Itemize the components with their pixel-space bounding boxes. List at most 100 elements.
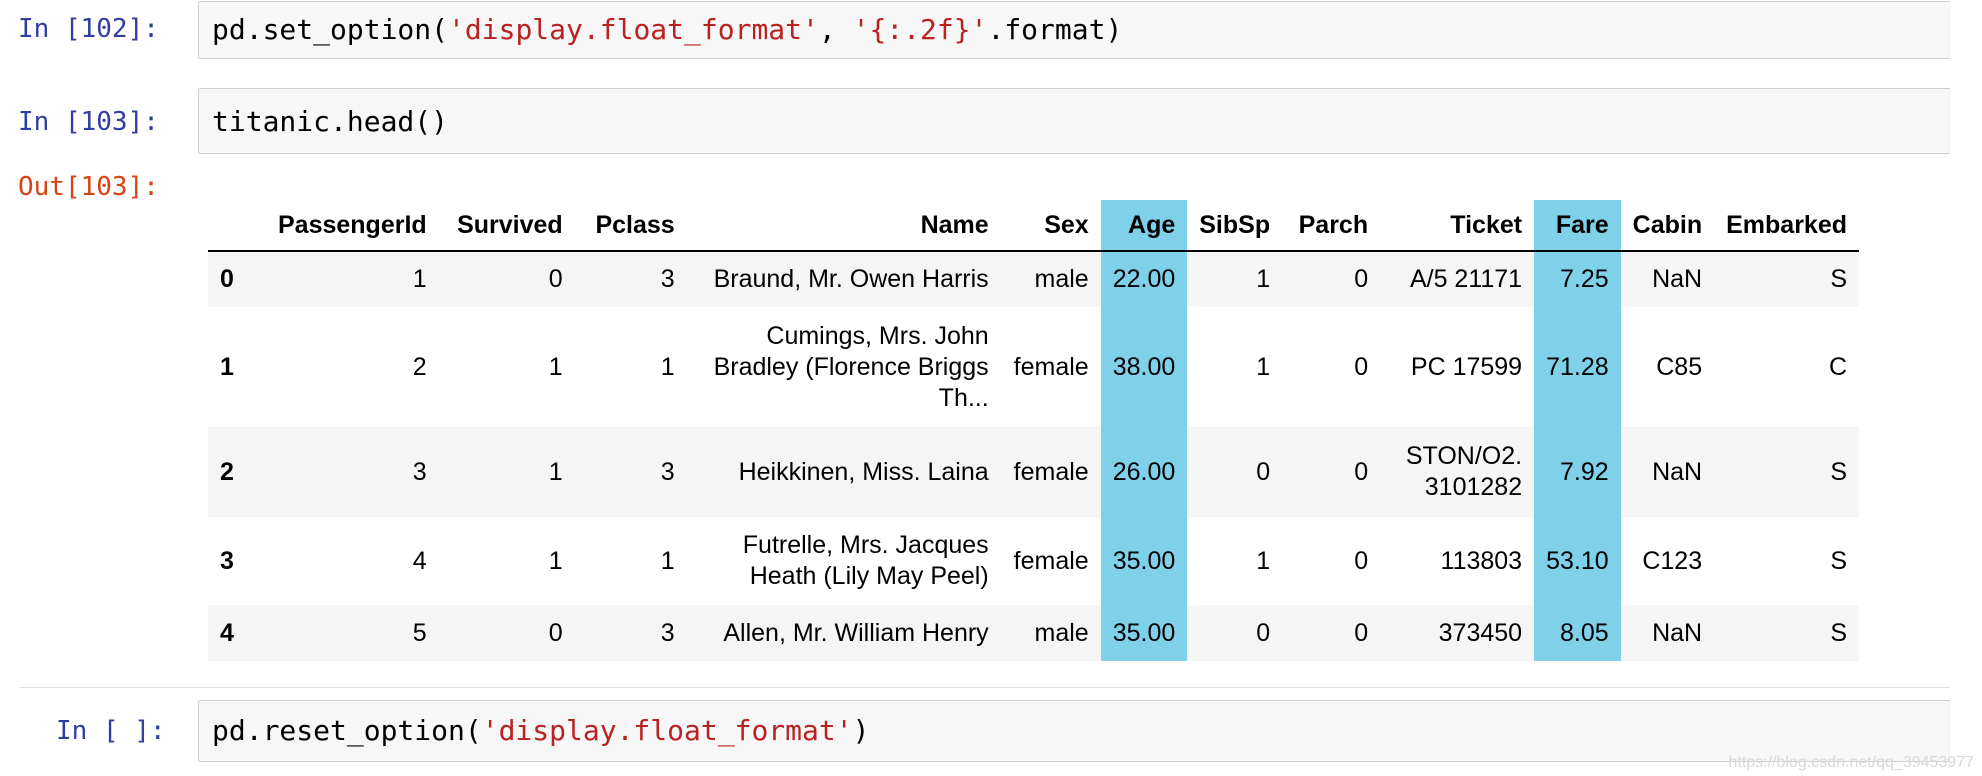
column-header-highlighted: Age bbox=[1100, 200, 1188, 252]
notebook-cell-next[interactable]: In [ ]: pd.reset_option('display.float_f… bbox=[0, 690, 1982, 770]
cell-divider bbox=[20, 687, 1950, 688]
cell-fare: 7.92 bbox=[1534, 427, 1621, 517]
cell-fare: 71.28 bbox=[1534, 307, 1621, 427]
cell-survived: 1 bbox=[548, 546, 563, 575]
column-header: Cabin bbox=[1620, 200, 1715, 252]
cell-passengerid: 5 bbox=[412, 618, 427, 647]
cell-fare: 8.05 bbox=[1534, 605, 1621, 661]
column-header: Parch bbox=[1282, 200, 1381, 252]
cell-sibsp: 1 bbox=[1256, 352, 1271, 381]
cell-fare: 7.25 bbox=[1534, 251, 1621, 307]
table-row: 1 2 1 1 Cumings, Mrs. John Bradley (Flor… bbox=[208, 307, 1859, 427]
cell-sibsp: 0 bbox=[1256, 457, 1271, 486]
cell-survived: 1 bbox=[548, 457, 563, 486]
column-header: SibSp bbox=[1187, 200, 1283, 252]
cell-sibsp: 1 bbox=[1256, 265, 1271, 293]
code-string: '{:.2f}' bbox=[852, 13, 988, 46]
cell-pclass: 3 bbox=[660, 265, 675, 293]
row-index: 1 bbox=[220, 352, 234, 381]
cell-embarked: S bbox=[1830, 618, 1847, 647]
cell-parch: 0 bbox=[1354, 265, 1369, 293]
cell-cabin: NaN bbox=[1652, 457, 1703, 486]
cell-embarked: S bbox=[1830, 265, 1847, 293]
table-row: 0 1 0 3 Braund, Mr. Owen Harris male 22.… bbox=[208, 251, 1859, 307]
cell-cabin: NaN bbox=[1652, 618, 1703, 647]
cell-sibsp: 1 bbox=[1256, 546, 1271, 575]
cell-parch: 0 bbox=[1354, 352, 1369, 381]
cell-fare: 53.10 bbox=[1534, 517, 1621, 605]
code-line: titanic.head() bbox=[212, 105, 449, 138]
row-index: 2 bbox=[220, 457, 234, 486]
cell-age: 22.00 bbox=[1100, 251, 1188, 307]
code-editor[interactable]: titanic.head() bbox=[198, 88, 1950, 154]
code-editor[interactable]: pd.set_option('display.float_format', '{… bbox=[198, 1, 1950, 59]
output-prompt: Out[103]: bbox=[18, 172, 159, 202]
cell-embarked: C bbox=[1828, 352, 1847, 381]
code-token: pd.set_option( bbox=[212, 13, 449, 46]
code-token: .format) bbox=[987, 13, 1123, 46]
cell-name: Cumings, Mrs. John Bradley (Florence Bri… bbox=[713, 321, 989, 412]
cell-ticket: PC 17599 bbox=[1410, 352, 1523, 381]
cell-passengerid: 2 bbox=[412, 352, 427, 381]
cell-sex: male bbox=[1034, 265, 1089, 293]
column-header: Name bbox=[686, 200, 1001, 252]
cell-age: 26.00 bbox=[1100, 427, 1188, 517]
cell-pclass: 1 bbox=[660, 546, 675, 575]
cell-ticket: 113803 bbox=[1440, 546, 1523, 575]
cell-name: Braund, Mr. Owen Harris bbox=[713, 265, 989, 293]
cell-survived: 0 bbox=[548, 265, 563, 293]
table-row: 2 3 1 3 Heikkinen, Miss. Laina female 26… bbox=[208, 427, 1859, 517]
cell-pclass: 3 bbox=[660, 457, 675, 486]
column-header: Pclass bbox=[574, 200, 687, 252]
code-token: , bbox=[818, 13, 853, 46]
cell-passengerid: 1 bbox=[412, 265, 427, 293]
code-editor[interactable]: pd.reset_option('display.float_format') bbox=[198, 700, 1950, 762]
cell-cabin: NaN bbox=[1652, 265, 1703, 293]
table-row: 4 5 0 3 Allen, Mr. William Henry male 35… bbox=[208, 605, 1859, 661]
input-prompt: In [102]: bbox=[18, 14, 159, 44]
cell-sex: female bbox=[1013, 457, 1089, 486]
cell-embarked: S bbox=[1830, 457, 1847, 486]
cell-parch: 0 bbox=[1354, 618, 1369, 647]
cell-passengerid: 3 bbox=[412, 457, 427, 486]
cell-sex: female bbox=[1013, 546, 1089, 575]
column-header: PassengerId bbox=[266, 200, 439, 252]
cell-ticket: 373450 bbox=[1438, 618, 1523, 647]
cell-cabin: C85 bbox=[1656, 352, 1703, 381]
cell-age: 35.00 bbox=[1100, 605, 1188, 661]
cell-pclass: 1 bbox=[660, 352, 675, 381]
code-line: pd.reset_option('display.float_format') bbox=[212, 714, 869, 748]
dataframe-output: PassengerId Survived Pclass Name Sex Age… bbox=[208, 200, 1859, 661]
row-index: 3 bbox=[220, 546, 234, 575]
cell-parch: 0 bbox=[1354, 546, 1369, 575]
cell-name: Allen, Mr. William Henry bbox=[723, 618, 989, 647]
cell-pclass: 3 bbox=[660, 618, 675, 647]
table-row: 3 4 1 1 Futrelle, Mrs. Jacques Heath (Li… bbox=[208, 517, 1859, 605]
cell-name: Heikkinen, Miss. Laina bbox=[738, 457, 989, 486]
column-header: Survived bbox=[438, 200, 575, 252]
column-header-highlighted: Fare bbox=[1534, 200, 1621, 252]
cell-sex: male bbox=[1034, 618, 1089, 647]
cell-parch: 0 bbox=[1354, 457, 1369, 486]
column-header: Ticket bbox=[1380, 200, 1535, 252]
index-header bbox=[208, 200, 266, 252]
cell-cabin: C123 bbox=[1642, 546, 1703, 575]
input-prompt: In [ ]: bbox=[56, 716, 166, 746]
code-string: 'display.float_format' bbox=[481, 714, 853, 747]
row-index: 4 bbox=[220, 618, 234, 647]
cell-ticket: A/5 21171 bbox=[1409, 265, 1523, 293]
code-line: pd.set_option('display.float_format', '{… bbox=[212, 13, 1122, 47]
cell-passengerid: 4 bbox=[412, 546, 427, 575]
cell-age: 38.00 bbox=[1100, 307, 1188, 427]
dataframe-table: PassengerId Survived Pclass Name Sex Age… bbox=[208, 200, 1859, 661]
cell-name: Futrelle, Mrs. Jacques Heath (Lily May P… bbox=[742, 531, 989, 590]
cell-embarked: S bbox=[1830, 546, 1847, 575]
cell-sibsp: 0 bbox=[1256, 618, 1271, 647]
code-token: pd.reset_option( bbox=[212, 714, 482, 747]
header-row: PassengerId Survived Pclass Name Sex Age… bbox=[208, 200, 1859, 252]
input-prompt: In [103]: bbox=[18, 107, 159, 137]
watermark: https://blog.csdn.net/qq_39453977 bbox=[1728, 754, 1974, 771]
notebook-cell-102[interactable]: In [102]: pd.set_option('display.float_f… bbox=[0, 0, 1982, 64]
cell-survived: 1 bbox=[548, 352, 563, 381]
column-header: Embarked bbox=[1714, 200, 1859, 252]
